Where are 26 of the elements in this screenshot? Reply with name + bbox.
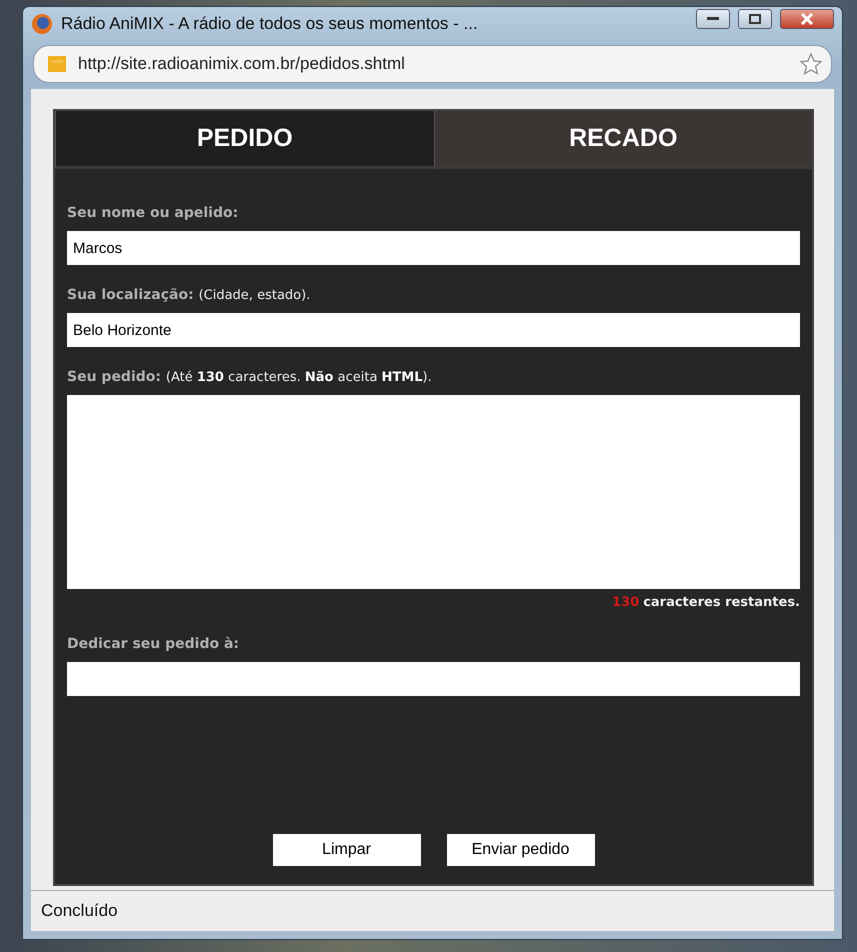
close-icon [800,13,814,25]
star-icon[interactable] [799,52,823,76]
site-icon [48,56,66,72]
form-button[interactable]: Limpar [272,834,420,866]
minimize-button[interactable] [696,9,730,29]
maximize-icon [749,14,761,24]
globe-icon [31,13,53,35]
close-button[interactable] [780,9,834,29]
input-field[interactable] [67,662,800,696]
counter-text: caracteres restantes. [643,595,800,610]
field-label: Seu nome ou apelido: [67,205,240,221]
field-label: Seu pedido: (Até 130 caracteres. Não aceita HTML). [67,369,433,385]
input-field[interactable]: Marcos [67,231,800,265]
minimize-icon [707,17,719,21]
tab[interactable]: RECADO [434,111,812,169]
maximize-button[interactable] [738,9,772,29]
field-label: Dedicar seu pedido à: [67,636,240,652]
form-button[interactable]: Enviar pedido [446,834,594,866]
address-bar[interactable]: http://site.radioanimix.com.br/pedidos.shtml [33,45,832,83]
tab[interactable]: PEDIDO [55,111,434,169]
input-field[interactable]: Belo Horizonte [67,313,800,347]
url-text: http://site.radioanimix.com.br/pedidos.shtml [78,54,406,74]
counter-number: 130 [612,595,640,610]
status-text: Concluído [41,901,118,921]
field-label: Sua localização: (Cidade, estado). [67,287,312,303]
window-title: Rádio AniMIX - A rádio de todos os seus momentos - ... [61,14,479,34]
